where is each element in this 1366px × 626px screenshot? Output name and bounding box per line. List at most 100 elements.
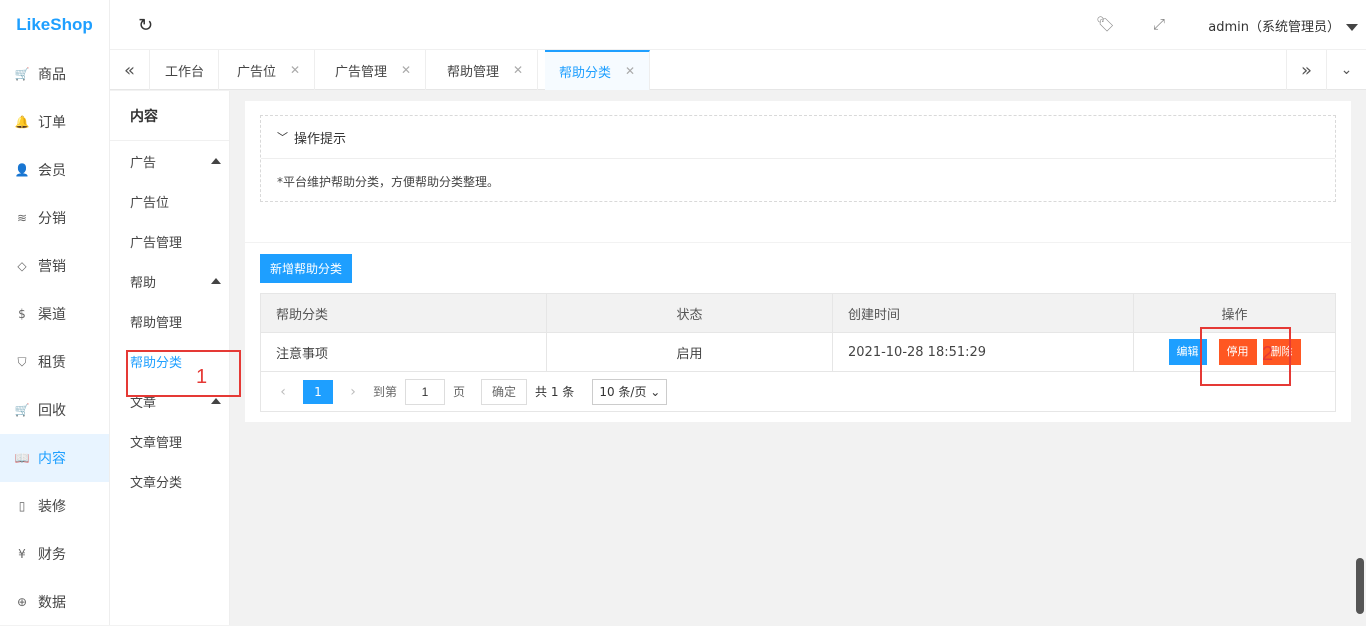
- total-count: 共 1 条: [535, 385, 575, 399]
- nav-item[interactable]: 🔔 订单: [0, 98, 109, 146]
- nav-item[interactable]: 👤 会员: [0, 146, 109, 194]
- top-header: ↻ 🏷 ⤢ admin（系统管理员）: [110, 0, 1366, 50]
- goto-label: 到第: [373, 385, 398, 399]
- nav-item-label: 商品: [38, 67, 66, 83]
- close-icon[interactable]: ✕: [290, 63, 300, 77]
- goto-page-input[interactable]: [405, 378, 446, 405]
- close-icon[interactable]: ✕: [401, 63, 411, 77]
- chevron-down-icon: ⌄: [650, 384, 661, 399]
- subnav-item-article-management[interactable]: 文章管理: [110, 421, 229, 461]
- chevron-up-icon: [211, 158, 221, 164]
- logo[interactable]: LikeShop: [0, 0, 109, 50]
- nav-item[interactable]: ≋ 分销: [0, 194, 109, 242]
- pagination: ‹ 1 › 到第 页 确定 共 1 条 10 条/页 ⌄: [260, 372, 1336, 412]
- annotation-box-2: [1200, 327, 1291, 386]
- nav-item[interactable]: 📖 内容: [0, 434, 109, 482]
- tag-icon[interactable]: 🏷: [1096, 15, 1115, 33]
- fullscreen-icon[interactable]: ⤢: [1153, 15, 1165, 33]
- nav-item[interactable]: ▯ 装修: [0, 482, 109, 530]
- yen-icon: ¥: [18, 547, 26, 561]
- subnav-item-ad-management[interactable]: 广告管理: [110, 221, 229, 261]
- cell-created: 2021-10-28 18:51:29: [832, 332, 1134, 372]
- annotation-number-1: 1: [196, 366, 208, 388]
- page-label: 页: [453, 385, 466, 399]
- refresh-icon[interactable]: ↻: [138, 15, 153, 36]
- subnav-item-help-management[interactable]: 帮助管理: [110, 301, 229, 341]
- subnav-group-help[interactable]: 帮助: [110, 261, 229, 301]
- nav-item-label: 内容: [38, 451, 66, 467]
- chevron-up-icon: [211, 398, 221, 404]
- subnav-group-ads[interactable]: 广告: [110, 141, 229, 181]
- tab-label: 帮助管理: [447, 64, 500, 80]
- main-content: ﹀ 操作提示 *平台维护帮助分类，方便帮助分类整理。 新增帮助分类 帮助分类 状态…: [245, 101, 1351, 422]
- column-header: 创建时间: [832, 293, 1134, 333]
- tab-label: 广告管理: [335, 64, 388, 80]
- goto-confirm-button[interactable]: 确定: [481, 378, 528, 405]
- diamond-icon: ◇: [17, 259, 27, 273]
- main-nav: LikeShop 🛒 商品 🔔 订单 👤 会员 ≋ 分销 ◇ 营销 $ 渠道 ⛉ 租赁 🛒 回收 📖 内容 ▯ 装修 ¥…: [0, 0, 110, 625]
- user-menu[interactable]: admin（系统管理员）: [1208, 16, 1358, 35]
- nav-item[interactable]: 🛒 商品: [0, 50, 109, 98]
- subnav-title: 内容: [110, 91, 229, 141]
- tips-title: 操作提示: [294, 131, 347, 147]
- nav-item[interactable]: ⛉ 租赁: [0, 338, 109, 386]
- nav-item-label: 分销: [38, 211, 66, 227]
- column-header: 帮助分类: [260, 293, 547, 333]
- tablet-icon: ▯: [18, 499, 26, 513]
- tab-label: 广告位: [237, 64, 277, 80]
- tab-bar: « 工作台 广告位 ✕ 广告管理 ✕ 帮助管理 ✕ 帮助分类 ✕ » ⌄: [110, 50, 1366, 90]
- annotation-number-2: 2: [1262, 343, 1274, 365]
- nav-item[interactable]: ¥ 财务: [0, 530, 109, 578]
- nav-item-label: 租赁: [38, 355, 66, 371]
- table-header-row: 帮助分类 状态 创建时间 操作: [260, 293, 1336, 333]
- nav-item[interactable]: ⊕ 数据: [0, 578, 109, 626]
- cell-status: 启用: [546, 332, 833, 372]
- tab-label: 帮助分类: [559, 65, 612, 81]
- scrollbar-thumb[interactable]: [1356, 558, 1364, 614]
- tips-panel: ﹀ 操作提示 *平台维护帮助分类，方便帮助分类整理。: [260, 115, 1336, 202]
- tab-ad-position[interactable]: 广告位 ✕: [223, 50, 316, 90]
- tab-ad-management[interactable]: 广告管理 ✕: [321, 50, 427, 90]
- cart-icon: 🛒: [14, 403, 30, 417]
- nav-item[interactable]: 🛒 回收: [0, 386, 109, 434]
- tab-scroll-left-icon[interactable]: «: [110, 50, 150, 90]
- tab-menu-chevron-icon[interactable]: ⌄: [1326, 50, 1366, 90]
- page-size-select[interactable]: 10 条/页 ⌄: [592, 378, 668, 405]
- chevron-up-icon: [211, 278, 221, 284]
- tab-scroll-right-icon[interactable]: »: [1286, 50, 1326, 90]
- nav-item-label: 数据: [38, 595, 66, 611]
- close-icon[interactable]: ✕: [513, 63, 523, 77]
- next-page-icon[interactable]: ›: [341, 384, 365, 400]
- subnav-item-article-category[interactable]: 文章分类: [110, 461, 229, 501]
- chevron-down-icon: [1346, 24, 1358, 31]
- tips-header[interactable]: ﹀ 操作提示: [261, 116, 1335, 159]
- subnav-group-label: 广告: [130, 155, 157, 171]
- tab-help-management[interactable]: 帮助管理 ✕: [433, 50, 539, 90]
- nav-item[interactable]: ◇ 营销: [0, 242, 109, 290]
- nav-item-label: 回收: [38, 403, 66, 419]
- nav-item-label: 装修: [38, 499, 66, 515]
- add-help-category-button[interactable]: 新增帮助分类: [260, 254, 353, 283]
- table-row: 注意事项 启用 2021-10-28 18:51:29 编辑 停用 删除: [260, 332, 1336, 372]
- dollar-icon: $: [18, 307, 26, 321]
- cart-icon: 🛒: [14, 67, 30, 81]
- user-name: admin（系统管理员）: [1208, 20, 1340, 35]
- tab-dashboard[interactable]: 工作台: [151, 50, 220, 90]
- column-header: 状态: [546, 293, 833, 333]
- shield-icon: ⛉: [17, 354, 27, 369]
- annotation-box-1: [126, 350, 241, 397]
- subnav-item-ad-position[interactable]: 广告位: [110, 181, 229, 221]
- page-size-value: 10 条/页: [599, 385, 647, 399]
- tab-label: 工作台: [165, 64, 205, 80]
- tab-help-category[interactable]: 帮助分类 ✕: [545, 50, 651, 90]
- chevron-down-icon: ﹀: [277, 131, 288, 144]
- current-page[interactable]: 1: [303, 379, 333, 404]
- cell-category: 注意事项: [260, 332, 547, 372]
- tips-text: *平台维护帮助分类，方便帮助分类整理。: [277, 175, 500, 189]
- nav-item-label: 营销: [38, 259, 66, 275]
- nav-item[interactable]: $ 渠道: [0, 290, 109, 338]
- bell-icon: 🔔: [14, 115, 30, 129]
- subnav-group-label: 帮助: [130, 275, 157, 291]
- close-icon[interactable]: ✕: [625, 64, 635, 78]
- prev-page-icon[interactable]: ‹: [271, 384, 295, 400]
